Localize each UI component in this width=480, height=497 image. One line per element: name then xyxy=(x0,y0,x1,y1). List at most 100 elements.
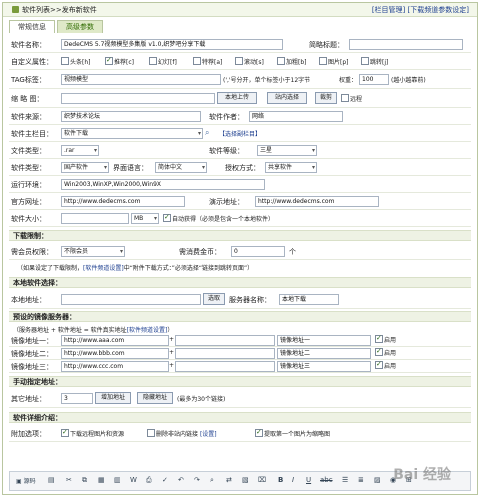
attr-recommend[interactable]: 推荐[c] xyxy=(105,56,134,66)
mirror-enable-checkbox[interactable] xyxy=(375,334,383,343)
demo-input[interactable]: http://www.dedecms.com xyxy=(255,196,379,207)
replace-icon[interactable]: ⇄ xyxy=(226,476,232,484)
cut-icon[interactable]: ✂ xyxy=(66,476,72,484)
size-input[interactable] xyxy=(61,213,129,224)
undo-icon[interactable]: ↶ xyxy=(178,476,184,484)
tab-advanced[interactable]: 高级参数 xyxy=(57,20,103,33)
attr-headline-checkbox[interactable] xyxy=(61,57,69,65)
softtype-select[interactable]: 国产软件 xyxy=(61,162,109,173)
remove-links-settings-link[interactable]: [设置] xyxy=(200,431,217,438)
level-select[interactable]: 三星 xyxy=(257,145,317,156)
attr-bold-checkbox[interactable] xyxy=(277,57,285,65)
attr-special-checkbox[interactable] xyxy=(193,57,201,65)
first-image-thumb-option[interactable]: 提取第一个图片为缩略图 xyxy=(255,428,330,438)
auto-size-checkbox[interactable] xyxy=(163,213,171,222)
source-button[interactable]: ▣ 源码 xyxy=(16,476,36,485)
local-addr-input[interactable] xyxy=(61,294,201,305)
addr-count-input[interactable]: 3 xyxy=(61,393,93,404)
column-manage-link[interactable]: [栏目管理] xyxy=(372,6,405,14)
search-icon[interactable]: ⌕ xyxy=(205,128,209,138)
mirror-path-input[interactable] xyxy=(175,348,275,359)
server-name-input[interactable]: 本地下载 xyxy=(279,294,339,305)
need-member-select[interactable]: 不限会员 xyxy=(61,246,125,257)
remove-links-option[interactable]: 删除非站内链接 [设置] xyxy=(147,429,217,438)
mirror-enable-option[interactable]: 启用 xyxy=(375,360,396,370)
remote-images-checkbox[interactable] xyxy=(61,428,69,437)
hide-address-button[interactable]: 隐藏地址 xyxy=(137,392,173,404)
column-select[interactable]: 软件下载 xyxy=(61,128,203,139)
mirror-url-input[interactable]: http://www.aaa.com xyxy=(61,335,169,346)
mirror-path-input[interactable] xyxy=(175,335,275,346)
add-address-button[interactable]: 增加地址 xyxy=(95,392,131,404)
attr-scroll-checkbox[interactable] xyxy=(235,57,243,65)
author-input[interactable]: 网络 xyxy=(249,111,343,122)
crop-button[interactable]: 裁剪 xyxy=(315,92,337,104)
remote-checkbox[interactable] xyxy=(341,94,349,102)
paste-word-icon[interactable]: W xyxy=(130,476,137,484)
mirror-enable-option[interactable]: 启用 xyxy=(375,347,396,357)
filetype-select[interactable]: .rar xyxy=(61,145,99,156)
bullet-list-icon[interactable]: ≣ xyxy=(358,476,364,484)
choose-button[interactable]: 选取 xyxy=(203,293,225,305)
attr-bold[interactable]: 加粗[b] xyxy=(277,57,307,66)
mirror-name-input[interactable]: 镜像地址二 xyxy=(277,348,371,359)
attr-image[interactable]: 图片[p] xyxy=(319,57,349,66)
source-input[interactable]: 织梦技术论坛 xyxy=(61,111,201,122)
site-select-button[interactable]: 站内选择 xyxy=(267,92,307,104)
short-title-input[interactable] xyxy=(349,39,463,50)
need-coin-input[interactable]: 0 xyxy=(231,246,285,257)
mirror-url-input[interactable]: http://www.ccc.com xyxy=(61,361,169,372)
paste-text-icon[interactable]: ▥ xyxy=(114,476,121,484)
sub-column-link[interactable]: 【选择副栏目】 xyxy=(219,129,261,138)
print-icon[interactable]: ⎙ xyxy=(146,476,152,485)
soft-channel-settings-link[interactable]: [软件频道设置] xyxy=(83,265,124,272)
attr-special[interactable]: 特荐[a] xyxy=(193,57,222,66)
remote-images-option[interactable]: 下载远程图片和资源 xyxy=(61,428,124,438)
strike-icon[interactable]: abc xyxy=(320,476,333,484)
tag-input[interactable]: 视频模型 xyxy=(61,74,221,85)
remove-links-checkbox[interactable] xyxy=(147,429,155,437)
mirror-path-input[interactable] xyxy=(175,361,275,372)
remote-option[interactable]: 远程 xyxy=(341,94,362,103)
attr-jump[interactable]: 跳转[j] xyxy=(361,57,388,66)
attr-scroll[interactable]: 滚动[s] xyxy=(235,57,264,66)
paste-icon[interactable]: ▦ xyxy=(98,476,105,484)
remove-format-icon[interactable]: ⌧ xyxy=(258,476,266,484)
auto-size-option[interactable]: 自动获得（必须是包含一个本地软件） xyxy=(163,213,274,223)
software-name-input[interactable]: DedeCMS 5.7视频模型多集版 v1.0,织梦吧分享下载 xyxy=(61,39,283,50)
spellcheck-icon[interactable]: ✓ xyxy=(162,476,168,484)
bold-icon[interactable]: B xyxy=(278,476,283,484)
license-select[interactable]: 共享软件 xyxy=(265,162,317,173)
mirror-enable-checkbox[interactable] xyxy=(375,347,383,356)
website-input[interactable]: http://www.dedecms.com xyxy=(61,196,185,207)
size-unit-select[interactable]: MB xyxy=(131,213,159,224)
mirror-name-input[interactable]: 镜像地址三 xyxy=(277,361,371,372)
lang-select[interactable]: 简体中文 xyxy=(155,162,207,173)
channel-settings-link[interactable]: [下载频道参数设定] xyxy=(408,6,469,14)
attr-recommend-checkbox[interactable] xyxy=(105,56,113,65)
find-icon[interactable]: ⌕ xyxy=(210,476,214,485)
thumb-input[interactable] xyxy=(61,93,215,104)
breadcrumb-text[interactable]: 软件列表>>发布新软件 xyxy=(22,6,97,14)
attr-slide-checkbox[interactable] xyxy=(149,57,157,65)
attr-image-checkbox[interactable] xyxy=(319,57,327,65)
redo-icon[interactable]: ↷ xyxy=(194,476,200,484)
underline-icon[interactable]: U xyxy=(306,476,311,484)
select-all-icon[interactable]: ▧ xyxy=(242,476,249,484)
upload-button[interactable]: 本地上传 xyxy=(217,92,257,104)
mirror-enable-option[interactable]: 启用 xyxy=(375,334,396,344)
image-icon[interactable]: ▨ xyxy=(374,476,381,484)
mirror-url-input[interactable]: http://www.bbb.com xyxy=(61,348,169,359)
copy-icon[interactable]: ⧉ xyxy=(82,476,87,485)
first-image-thumb-checkbox[interactable] xyxy=(255,428,263,437)
mirror-name-input[interactable]: 镜像地址一 xyxy=(277,335,371,346)
attr-jump-checkbox[interactable] xyxy=(361,57,369,65)
new-page-icon[interactable]: ▤ xyxy=(48,476,55,484)
attr-slide[interactable]: 幻灯[f] xyxy=(149,57,177,66)
attr-headline[interactable]: 头条[h] xyxy=(61,57,91,66)
italic-icon[interactable]: I xyxy=(292,476,294,484)
weight-input[interactable]: 100 xyxy=(359,74,389,85)
tab-general[interactable]: 常规信息 xyxy=(9,20,55,33)
ordered-list-icon[interactable]: ☰ xyxy=(342,476,348,484)
env-input[interactable]: Win2003,WinXP,Win2000,Win9X xyxy=(61,179,265,190)
